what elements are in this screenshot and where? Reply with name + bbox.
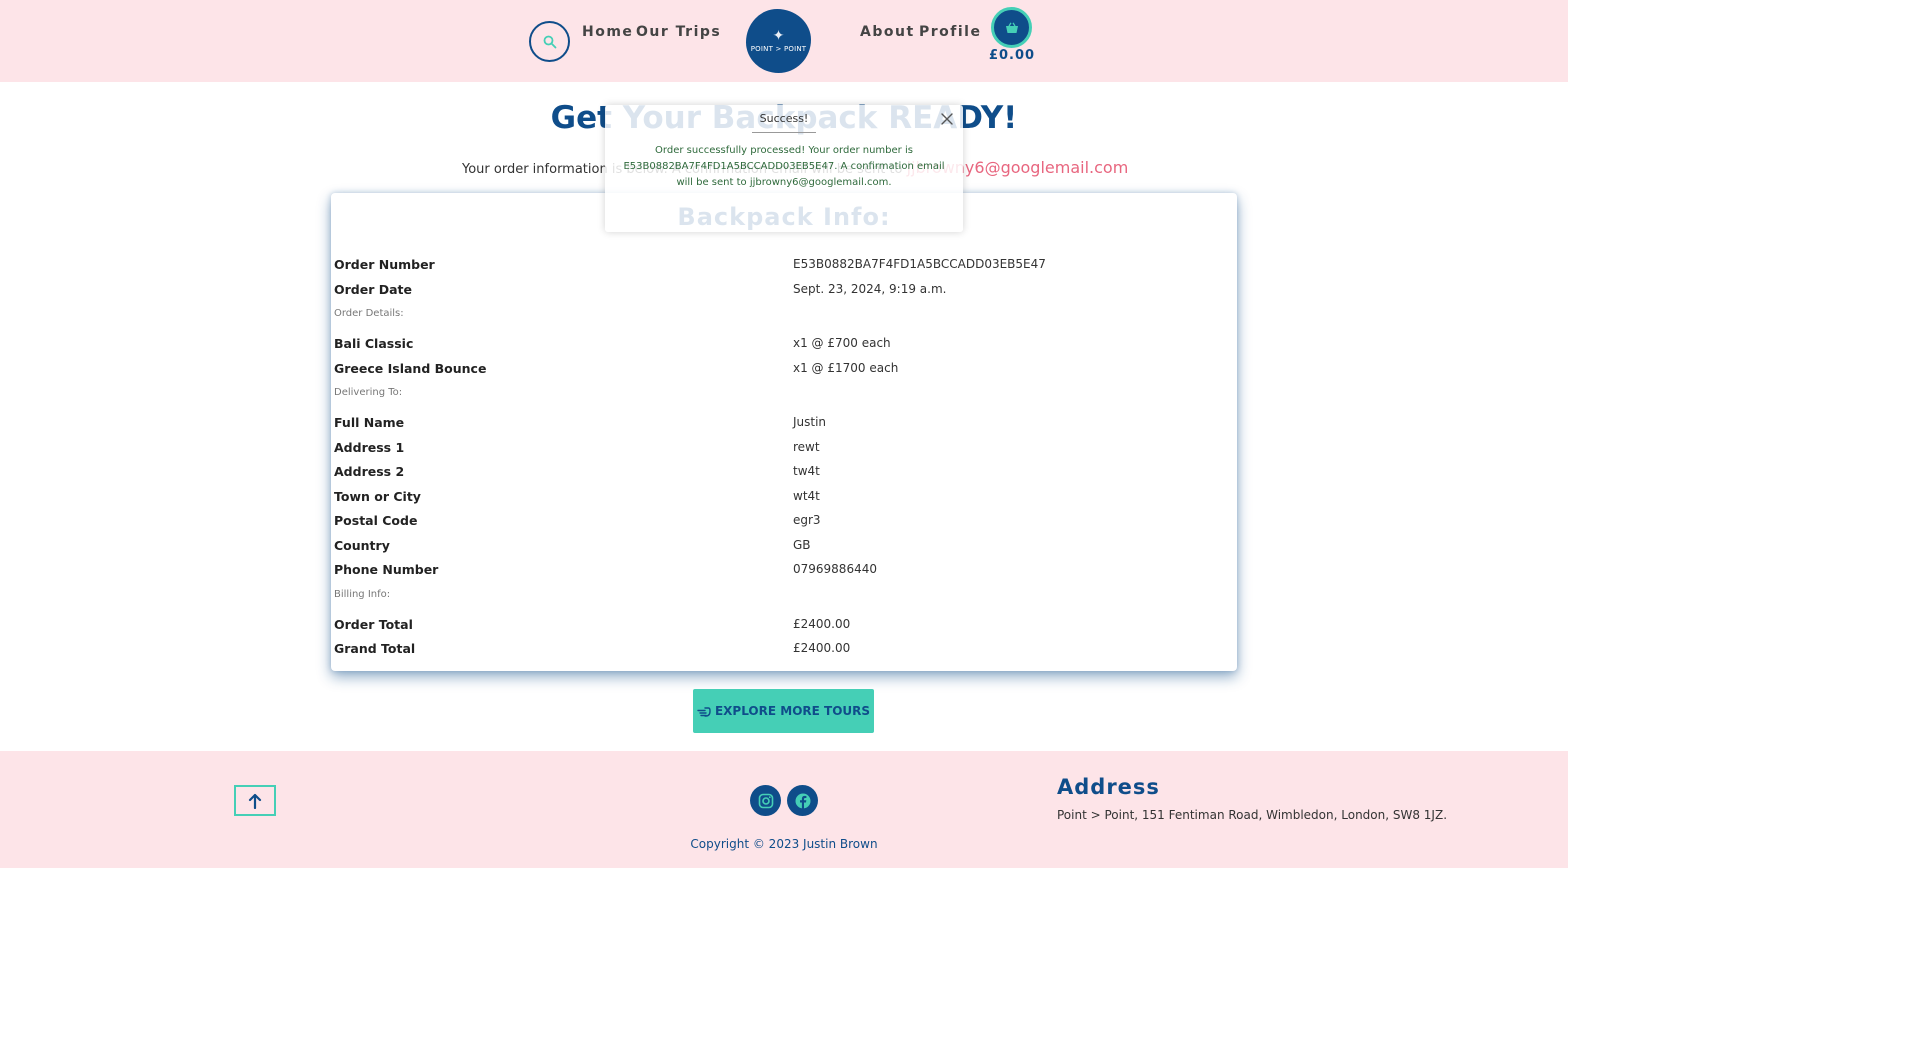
delivery-value: GB xyxy=(793,537,811,552)
order-date-value: Sept. 23, 2024, 9:19 a.m. xyxy=(793,281,947,296)
item-quantity: x1 @ £1700 each xyxy=(793,360,899,375)
delivery-value: wt4t xyxy=(793,488,820,503)
billing-value: £2400.00 xyxy=(793,616,851,631)
table-row: Address 2 tw4t xyxy=(334,460,1234,485)
search-button[interactable] xyxy=(529,21,570,62)
delivery-label: Phone Number xyxy=(334,562,439,577)
section-heading: Delivering To: xyxy=(334,381,1234,411)
facebook-icon xyxy=(795,793,810,809)
address-text: Point > Point, 151 Fentiman Road, Wimble… xyxy=(1057,808,1448,822)
table-row: Address 1 rewt xyxy=(334,436,1234,461)
delivering-to-heading: Delivering To: xyxy=(334,387,403,398)
order-table: Order Number E53B0882BA7F4FD1A5BCCADD03E… xyxy=(334,253,1234,662)
item-quantity: x1 @ £700 each xyxy=(793,336,891,350)
table-row: Grand Total £2400.00 xyxy=(334,637,1234,662)
order-info-card: Backpack Info: Order Number E53B0882BA7F… xyxy=(331,193,1237,671)
order-number-label: Order Number xyxy=(334,257,435,272)
delivery-label: Town or City xyxy=(334,488,421,504)
order-date-label: Order Date xyxy=(334,281,412,297)
delivery-value: rewt xyxy=(793,439,820,454)
billing-label: Grand Total xyxy=(334,641,416,656)
billing-label: Order Total xyxy=(334,616,413,632)
nav-about[interactable]: About xyxy=(860,24,915,40)
order-details-heading: Order Details: xyxy=(334,308,404,319)
section-heading: Billing Info: xyxy=(334,583,1234,613)
instagram-icon xyxy=(758,793,773,808)
table-row: Bali Classic x1 @ £700 each xyxy=(334,332,1234,357)
logo-text: POINT > POINT xyxy=(750,45,807,53)
explore-more-tours-button[interactable]: EXPLORE MORE TOURS xyxy=(693,689,874,733)
delivery-label: Full Name xyxy=(334,415,405,430)
toast-title: Success! xyxy=(759,112,809,125)
item-name: Greece Island Bounce xyxy=(334,360,487,376)
billing-info-heading: Billing Info: xyxy=(334,588,391,600)
nav-our-trips[interactable]: Our Trips xyxy=(636,24,721,40)
table-row: Order Date Sept. 23, 2024, 9:19 a.m. xyxy=(334,278,1234,303)
back-to-top-button[interactable] xyxy=(234,785,276,816)
compass-icon: ✦ xyxy=(772,28,785,44)
order-number-value: E53B0882BA7F4FD1A5BCCADD03EB5E47 xyxy=(793,257,1046,271)
delivery-label: Country xyxy=(334,537,390,553)
site-footer: Address Point > Point, 151 Fentiman Road… xyxy=(0,751,1568,868)
instagram-link[interactable] xyxy=(750,785,781,816)
explore-button-label: EXPLORE MORE TOURS xyxy=(714,704,871,718)
hand-pointer-icon xyxy=(697,706,711,717)
address-heading: Address xyxy=(1057,775,1160,799)
billing-value: £2400.00 xyxy=(793,641,851,655)
toast-close-button[interactable] xyxy=(938,110,956,128)
table-row: Order Total £2400.00 xyxy=(334,613,1234,638)
copyright-text: Copyright © 2023 Justin Brown xyxy=(690,837,878,851)
toast-message: Order successfully processed! Your order… xyxy=(623,145,945,188)
success-toast: Success! Order successfully processed! Y… xyxy=(605,105,963,232)
toast-divider xyxy=(752,132,816,133)
item-name: Bali Classic xyxy=(334,336,414,351)
delivery-label: Address 1 xyxy=(334,439,405,455)
table-row: Full Name Justin xyxy=(334,411,1234,436)
table-row: Town or City wt4t xyxy=(334,485,1234,510)
search-icon xyxy=(543,35,556,48)
arrow-up-icon xyxy=(248,793,262,809)
basket-total[interactable]: £0.00 xyxy=(984,48,1040,63)
table-row: Greece Island Bounce x1 @ £1700 each xyxy=(334,357,1234,382)
delivery-value: tw4t xyxy=(793,464,820,478)
delivery-value: egr3 xyxy=(793,513,821,527)
table-row: Country GB xyxy=(334,534,1234,559)
table-row: Phone Number 07969886440 xyxy=(334,558,1234,583)
nav-profile[interactable]: Profile xyxy=(919,24,981,40)
section-heading: Order Details: xyxy=(334,302,1234,332)
site-header: Home Our Trips ✦ POINT > POINT About Pro… xyxy=(0,0,1568,82)
table-row: Order Number E53B0882BA7F4FD1A5BCCADD03E… xyxy=(334,253,1234,278)
close-icon xyxy=(941,113,953,125)
delivery-value: Justin xyxy=(793,415,827,429)
delivery-label: Address 2 xyxy=(334,464,405,479)
facebook-link[interactable] xyxy=(787,785,818,816)
delivery-label: Postal Code xyxy=(334,513,418,528)
table-row: Postal Code egr3 xyxy=(334,509,1234,534)
delivery-value: 07969886440 xyxy=(793,562,877,576)
basket-icon xyxy=(1005,21,1018,33)
site-logo[interactable]: ✦ POINT > POINT xyxy=(746,9,811,73)
nav-home[interactable]: Home xyxy=(582,24,633,40)
basket-button[interactable] xyxy=(991,7,1032,48)
